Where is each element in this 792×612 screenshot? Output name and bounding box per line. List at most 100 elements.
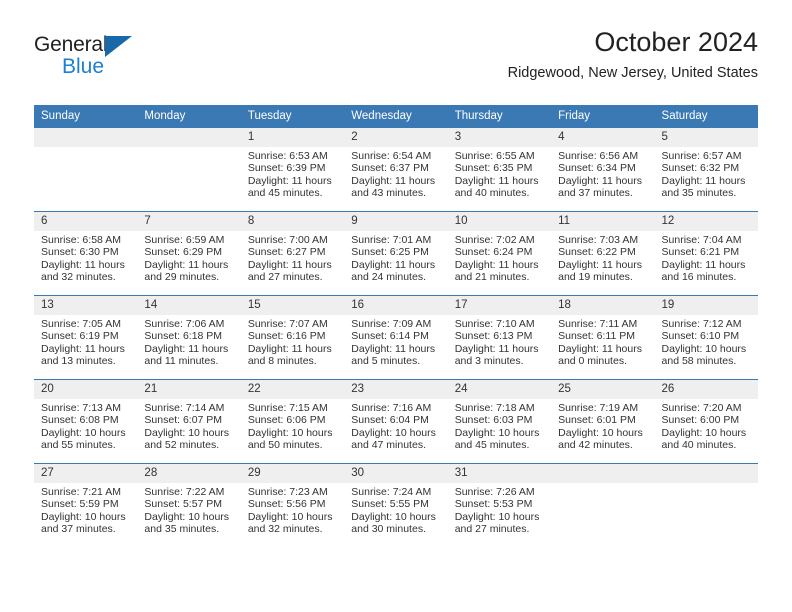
calendar-day-cell[interactable]: 23 Sunrise: 7:16 AM Sunset: 6:04 PM Dayligh… [344,380,448,463]
day-details: Sunrise: 7:09 AM Sunset: 6:14 PM Daylight:… [344,315,447,368]
calendar-day-cell[interactable]: 19 Sunrise: 7:12 AM Sunset: 6:10 PM Dayligh… [654,296,758,379]
calendar-day-cell[interactable]: 30 Sunrise: 7:24 AM Sunset: 5:55 PM Dayligh… [344,464,448,547]
sunrise-text: Sunrise: 7:12 AM [661,318,742,330]
sunrise-text: Sunrise: 7:21 AM [41,486,121,498]
sunrise-text: Sunrise: 7:00 AM [247,234,328,246]
day-details: Sunrise: 7:00 AM Sunset: 6:27 PM Daylight:… [241,231,344,284]
calendar-week-row: 27 Sunrise: 7:21 AM Sunset: 5:59 PM Dayligh… [34,463,758,547]
daylight-text: and 8 minutes. [247,355,317,368]
sunrise-text: Sunrise: 7:06 AM [144,318,225,330]
day-number [34,128,138,147]
logo-text-general: General [34,33,108,56]
calendar-day-cell[interactable]: 13 Sunrise: 7:05 AM Sunset: 6:19 PM Dayligh… [34,296,138,379]
daylight-text: Daylight: 11 hours [351,342,436,355]
day-number: 25 [551,380,655,399]
calendar-day-cell[interactable]: 8 Sunrise: 7:00 AM Sunset: 6:27 PM Daylight… [240,212,345,295]
day-number: 20 [34,380,138,399]
sunrise-text: Sunrise: 6:58 AM [41,234,121,246]
calendar-day-cell[interactable]: 27 Sunrise: 7:21 AM Sunset: 5:59 PM Dayligh… [34,464,138,547]
calendar-day-cell[interactable]: 4 Sunrise: 6:56 AM Sunset: 6:34 PM Daylight… [551,128,655,211]
calendar-day-cell[interactable]: 6 Sunrise: 6:58 AM Sunset: 6:30 PM Daylight… [34,212,138,295]
calendar-day-cell[interactable]: 17 Sunrise: 7:10 AM Sunset: 6:13 PM Dayligh… [447,296,552,379]
day-details: Sunrise: 7:16 AM Sunset: 6:04 PM Daylight:… [344,399,447,452]
calendar-day-cell[interactable]: 21 Sunrise: 7:14 AM Sunset: 6:07 PM Dayligh… [137,380,241,463]
day-details: Sunrise: 7:13 AM Sunset: 6:08 PM Daylight:… [34,399,137,452]
day-details: Sunrise: 6:55 AM Sunset: 6:35 PM Daylight:… [448,147,551,200]
sunrise-text: Sunrise: 6:57 AM [661,150,742,162]
sunset-text: Sunset: 6:21 PM [661,246,740,259]
calendar-day-cell[interactable]: 7 Sunrise: 6:59 AM Sunset: 6:29 PM Daylight… [137,212,241,295]
calendar-day-cell[interactable]: 12 Sunrise: 7:04 AM Sunset: 6:21 PM Dayligh… [654,212,758,295]
daylight-text: Daylight: 11 hours [454,174,539,187]
daylight-text: and 45 minutes. [454,439,530,452]
day-details: Sunrise: 7:20 AM Sunset: 6:00 PM Daylight:… [655,399,758,452]
day-details: Sunrise: 7:18 AM Sunset: 6:03 PM Daylight:… [448,399,551,452]
daylight-text: Daylight: 11 hours [247,258,332,271]
sunset-text: Sunset: 6:29 PM [144,246,223,259]
calendar-day-cell[interactable]: 31 Sunrise: 7:26 AM Sunset: 5:53 PM Dayligh… [447,464,552,547]
daylight-text: and 27 minutes. [247,271,323,284]
day-details: Sunrise: 7:26 AM Sunset: 5:53 PM Daylight:… [448,483,551,536]
day-details: Sunrise: 7:05 AM Sunset: 6:19 PM Daylight:… [34,315,137,368]
calendar-week-row: 13 Sunrise: 7:05 AM Sunset: 6:19 PM Dayligh… [34,295,758,380]
calendar-day-cell[interactable]: 16 Sunrise: 7:09 AM Sunset: 6:14 PM Dayligh… [344,296,448,379]
day-number: 3 [447,128,552,147]
daylight-text: and 30 minutes. [351,523,426,536]
calendar-day-cell[interactable]: 1 Sunrise: 6:53 AM Sunset: 6:39 PM Daylight… [240,128,345,211]
weekday-header-tuesday: Tuesday [240,105,345,128]
daylight-text: and 35 minutes. [661,187,737,200]
daylight-text: and 32 minutes. [41,271,116,284]
calendar-day-cell[interactable]: 2 Sunrise: 6:54 AM Sunset: 6:37 PM Daylight… [344,128,448,211]
calendar-day-cell[interactable]: 26 Sunrise: 7:20 AM Sunset: 6:00 PM Dayligh… [654,380,758,463]
sunrise-text: Sunrise: 7:18 AM [454,402,535,414]
title-block: October 2024 Ridgewood, New Jersey, Unit… [508,26,758,82]
day-details: Sunrise: 7:11 AM Sunset: 6:11 PM Daylight:… [551,315,654,368]
calendar-day-cell[interactable]: 9 Sunrise: 7:01 AM Sunset: 6:25 PM Daylight… [344,212,448,295]
sunrise-text: Sunrise: 7:16 AM [351,402,432,414]
daylight-text: Daylight: 10 hours [144,510,230,523]
sunset-text: Sunset: 6:00 PM [661,414,740,427]
calendar-day-cell[interactable]: 18 Sunrise: 7:11 AM Sunset: 6:11 PM Dayligh… [551,296,655,379]
daylight-text: Daylight: 11 hours [351,174,436,187]
daylight-text: Daylight: 10 hours [351,426,436,439]
daylight-text: Daylight: 11 hours [41,258,125,271]
daylight-text: and 58 minutes. [661,355,737,368]
calendar-day-cell[interactable]: 25 Sunrise: 7:19 AM Sunset: 6:01 PM Dayligh… [551,380,655,463]
calendar-day-cell[interactable]: 14 Sunrise: 7:06 AM Sunset: 6:18 PM Dayligh… [137,296,241,379]
sunset-text: Sunset: 6:30 PM [41,246,119,259]
daylight-text: and 45 minutes. [247,187,323,200]
calendar-day-cell[interactable]: 15 Sunrise: 7:07 AM Sunset: 6:16 PM Dayligh… [240,296,345,379]
sunset-text: Sunset: 6:03 PM [454,414,533,427]
daylight-text: Daylight: 11 hours [558,342,642,355]
calendar-day-cell[interactable]: 29 Sunrise: 7:23 AM Sunset: 5:56 PM Dayligh… [240,464,345,547]
day-number: 22 [240,380,345,399]
sunset-text: Sunset: 6:32 PM [661,162,740,175]
sunset-text: Sunset: 6:24 PM [454,246,533,259]
calendar-day-cell[interactable]: 22 Sunrise: 7:15 AM Sunset: 6:06 PM Dayligh… [240,380,345,463]
calendar-day-cell[interactable]: 3 Sunrise: 6:55 AM Sunset: 6:35 PM Daylight… [447,128,552,211]
calendar-week-row: 6 Sunrise: 6:58 AM Sunset: 6:30 PM Daylight… [34,211,758,296]
sunset-text: Sunset: 6:27 PM [247,246,326,259]
sunrise-text: Sunrise: 7:04 AM [661,234,742,246]
day-number: 10 [447,212,552,231]
daylight-text: Daylight: 10 hours [247,426,333,439]
day-number: 21 [137,380,241,399]
calendar-day-cell[interactable]: 5 Sunrise: 6:57 AM Sunset: 6:32 PM Daylight… [654,128,758,211]
day-number: 14 [137,296,241,315]
sunset-text: Sunset: 6:39 PM [247,162,326,175]
sunset-text: Sunset: 5:55 PM [351,498,429,511]
calendar-day-cell[interactable]: 11 Sunrise: 7:03 AM Sunset: 6:22 PM Dayligh… [551,212,655,295]
sunset-text: Sunset: 5:57 PM [144,498,223,511]
sunset-text: Sunset: 6:06 PM [247,414,326,427]
calendar-day-cell[interactable]: 24 Sunrise: 7:18 AM Sunset: 6:03 PM Dayligh… [447,380,552,463]
daylight-text: Daylight: 10 hours [351,510,436,523]
daylight-text: and 35 minutes. [144,523,220,536]
calendar-day-cell[interactable]: 20 Sunrise: 7:13 AM Sunset: 6:08 PM Dayligh… [34,380,138,463]
daylight-text: Daylight: 11 hours [454,342,539,355]
weekday-header-sunday: Sunday [34,105,138,128]
calendar-day-cell[interactable]: 28 Sunrise: 7:22 AM Sunset: 5:57 PM Dayligh… [137,464,241,547]
daylight-text: and 37 minutes. [41,523,116,536]
daylight-text: Daylight: 10 hours [144,426,230,439]
calendar-day-cell[interactable]: 10 Sunrise: 7:02 AM Sunset: 6:24 PM Dayligh… [447,212,552,295]
daylight-text: Daylight: 11 hours [144,342,229,355]
